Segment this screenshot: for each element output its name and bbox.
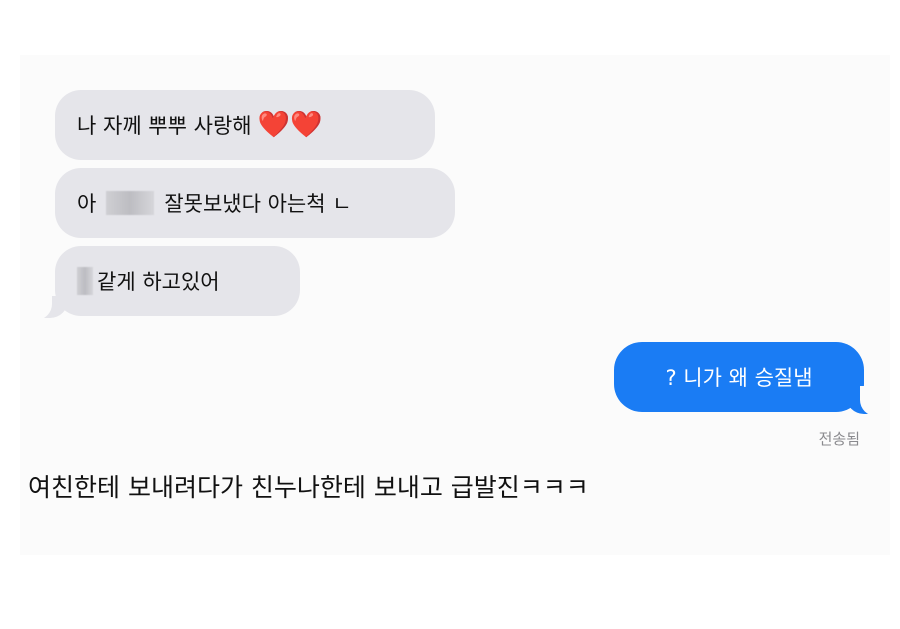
incoming-message-1-text: 나 자께 뿌뿌 사랑해	[77, 114, 252, 138]
incoming-message-1: 나 자께 뿌뿌 사랑해 ❤️❤️	[55, 90, 435, 160]
outgoing-message: ? 니가 왜 승질냄	[614, 342, 864, 412]
censored-name-blur	[106, 191, 155, 215]
incoming-message-3: 같게 하고있어	[55, 246, 300, 316]
incoming-message-2-prefix: 아	[77, 192, 97, 216]
outgoing-message-text: ? 니가 왜 승질냄	[665, 366, 813, 390]
delivery-status: 전송됨	[818, 430, 860, 448]
censored-word-blur	[77, 267, 93, 295]
heart-emoji: ❤️❤️	[257, 110, 323, 140]
incoming-message-3-text: 같게 하고있어	[97, 270, 220, 294]
incoming-message-2: 아 잘못보냈다 아는척 ㄴ	[55, 168, 455, 238]
incoming-message-2-text: 잘못보냈다 아는척 ㄴ	[164, 192, 352, 216]
caption-text: 여친한테 보내려다가 친누나한테 보내고 급발진ㅋㅋㅋ	[28, 473, 589, 502]
